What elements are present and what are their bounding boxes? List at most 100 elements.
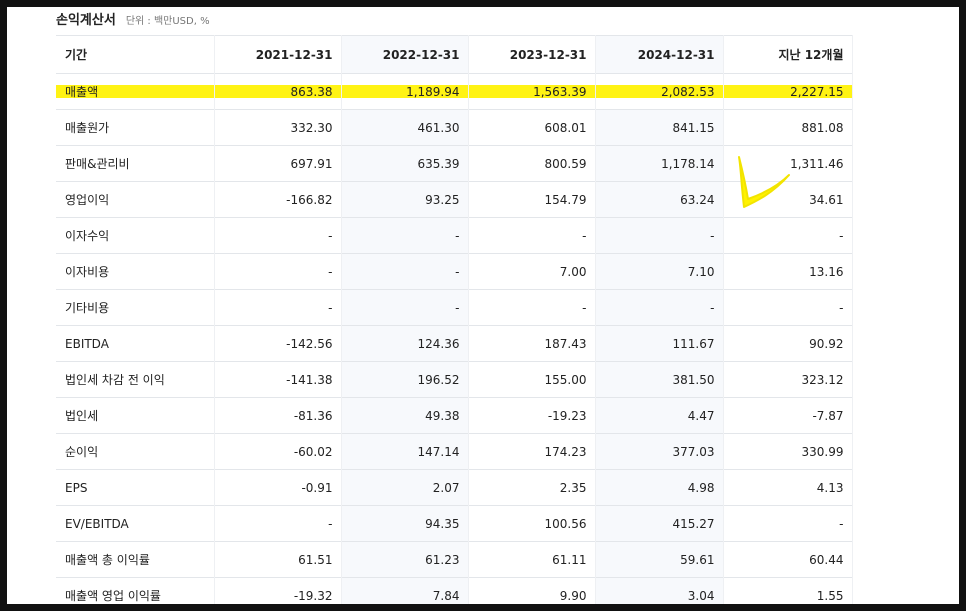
table-cell: 800.59 (468, 145, 596, 182)
row-label: 이자비용 (56, 253, 215, 290)
table-cell: 34.61 (723, 181, 853, 218)
table-cell: 881.08 (723, 109, 853, 146)
row-label: 매출액 영업 이익률 (56, 577, 215, 604)
table-cell: 61.23 (341, 541, 469, 578)
table-row: 판매&관리비 697.91 635.39 800.59 1,178.14 1,311.46 (56, 145, 853, 182)
table-cell: 2.07 (341, 469, 469, 506)
table-cell: - (214, 217, 342, 254)
table-cell: 635.39 (341, 145, 469, 182)
row-label: 법인세 (56, 397, 215, 434)
table-cell: 461.30 (341, 109, 469, 146)
table-cell: 60.44 (723, 541, 853, 578)
row-label: 매출액 총 이익률 (56, 541, 215, 578)
column-header: 2024-12-31 (595, 35, 724, 74)
row-label: 법인세 차감 전 이익 (56, 361, 215, 398)
table-row: EPS -0.91 2.07 2.35 4.98 4.13 (56, 469, 853, 506)
row-label: EBITDA (56, 325, 215, 362)
row-label: 매출원가 (56, 109, 215, 146)
table-cell: 100.56 (468, 505, 596, 542)
row-label: 기타비용 (56, 289, 215, 326)
table-cell: 1,311.46 (723, 145, 853, 182)
table-cell: -19.32 (214, 577, 342, 604)
row-label: EPS (56, 469, 215, 506)
table-cell: -166.82 (214, 181, 342, 218)
table-cell: 2,227.15 (723, 73, 853, 110)
table-cell: 155.00 (468, 361, 596, 398)
table-cell: 381.50 (595, 361, 724, 398)
table-cell: - (341, 217, 469, 254)
table-cell: 4.47 (595, 397, 724, 434)
table-cell: 61.51 (214, 541, 342, 578)
table-cell: -141.38 (214, 361, 342, 398)
table-cell: - (723, 505, 853, 542)
income-statement-table: 기간 2021-12-31 2022-12-31 2023-12-31 2024… (56, 35, 853, 604)
table-cell: 187.43 (468, 325, 596, 362)
table-cell: 332.30 (214, 109, 342, 146)
table-cell: 7.84 (341, 577, 469, 604)
table-cell: 2.35 (468, 469, 596, 506)
table-cell: 1.55 (723, 577, 853, 604)
table-cell: 1,563.39 (468, 73, 596, 110)
table-cell: 59.61 (595, 541, 724, 578)
table-cell: - (595, 289, 724, 326)
table-cell: 4.98 (595, 469, 724, 506)
table-row: 매출액 863.38 1,189.94 1,563.39 2,082.53 2,227.1… (56, 73, 853, 110)
table-cell: 863.38 (214, 73, 342, 110)
table-cell: 323.12 (723, 361, 853, 398)
table-cell: 9.90 (468, 577, 596, 604)
table-row: EBITDA -142.56 124.36 187.43 111.67 90.92 (56, 325, 853, 362)
table-cell: -60.02 (214, 433, 342, 470)
table-cell: - (341, 289, 469, 326)
table-row: 법인세 차감 전 이익 -141.38 196.52 155.00 381.50 323.… (56, 361, 853, 398)
table-cell: 13.16 (723, 253, 853, 290)
table-header-row: 기간 2021-12-31 2022-12-31 2023-12-31 2024… (56, 35, 853, 74)
table-cell: 94.35 (341, 505, 469, 542)
row-label: 판매&관리비 (56, 145, 215, 182)
column-header: 기간 (56, 35, 215, 74)
table-row: 영업이익 -166.82 93.25 154.79 63.24 34.61 (56, 181, 853, 218)
row-label: 매출액 (56, 73, 215, 110)
table-cell: 63.24 (595, 181, 724, 218)
table-cell: 697.91 (214, 145, 342, 182)
table-cell: 1,178.14 (595, 145, 724, 182)
table-cell: - (341, 253, 469, 290)
table-cell: 415.27 (595, 505, 724, 542)
table-cell: 124.36 (341, 325, 469, 362)
table-cell: - (468, 217, 596, 254)
table-cell: - (468, 289, 596, 326)
table-row: 이자수익 - - - - - (56, 217, 853, 254)
table-cell: 4.13 (723, 469, 853, 506)
table-cell: 61.11 (468, 541, 596, 578)
table-cell: -7.87 (723, 397, 853, 434)
table-row: EV/EBITDA -94.35 100.56 415.27- (56, 505, 853, 542)
table-cell: 49.38 (341, 397, 469, 434)
row-label: 영업이익 (56, 181, 215, 218)
table-cell: - (214, 505, 342, 542)
table-cell: 3.04 (595, 577, 724, 604)
row-label: 이자수익 (56, 217, 215, 254)
table-cell: - (723, 217, 853, 254)
column-header: 2022-12-31 (341, 35, 469, 74)
table-cell: - (595, 217, 724, 254)
table-cell: 330.99 (723, 433, 853, 470)
table-cell: -81.36 (214, 397, 342, 434)
table-row: 매출액 영업 이익률 -19.32 7.84 9.90 3.04 1.55 (56, 577, 853, 604)
table-cell: 841.15 (595, 109, 724, 146)
table-cell: -0.91 (214, 469, 342, 506)
table-cell: -142.56 (214, 325, 342, 362)
unit-label: 단위 : 백만USD, % (125, 16, 210, 27)
table-cell: 154.79 (468, 181, 596, 218)
table-row: 기타비용 - - - - - (56, 289, 853, 326)
table-cell: - (723, 289, 853, 326)
statement-header: 손익계산서 단위 : 백만USD, % (56, 9, 210, 29)
row-label: EV/EBITDA (56, 505, 215, 542)
table-cell: 608.01 (468, 109, 596, 146)
column-header: 2021-12-31 (214, 35, 342, 74)
table-cell: 1,189.94 (341, 73, 469, 110)
table-cell: 147.14 (341, 433, 469, 470)
table-cell: 174.23 (468, 433, 596, 470)
statement-title: 손익계산서 (56, 13, 116, 28)
table-cell: 7.10 (595, 253, 724, 290)
column-header: 지난 12개월 (723, 35, 853, 74)
table-row: 매출원가 332.30 461.30 608.01 841.15 881.08 (56, 109, 853, 146)
